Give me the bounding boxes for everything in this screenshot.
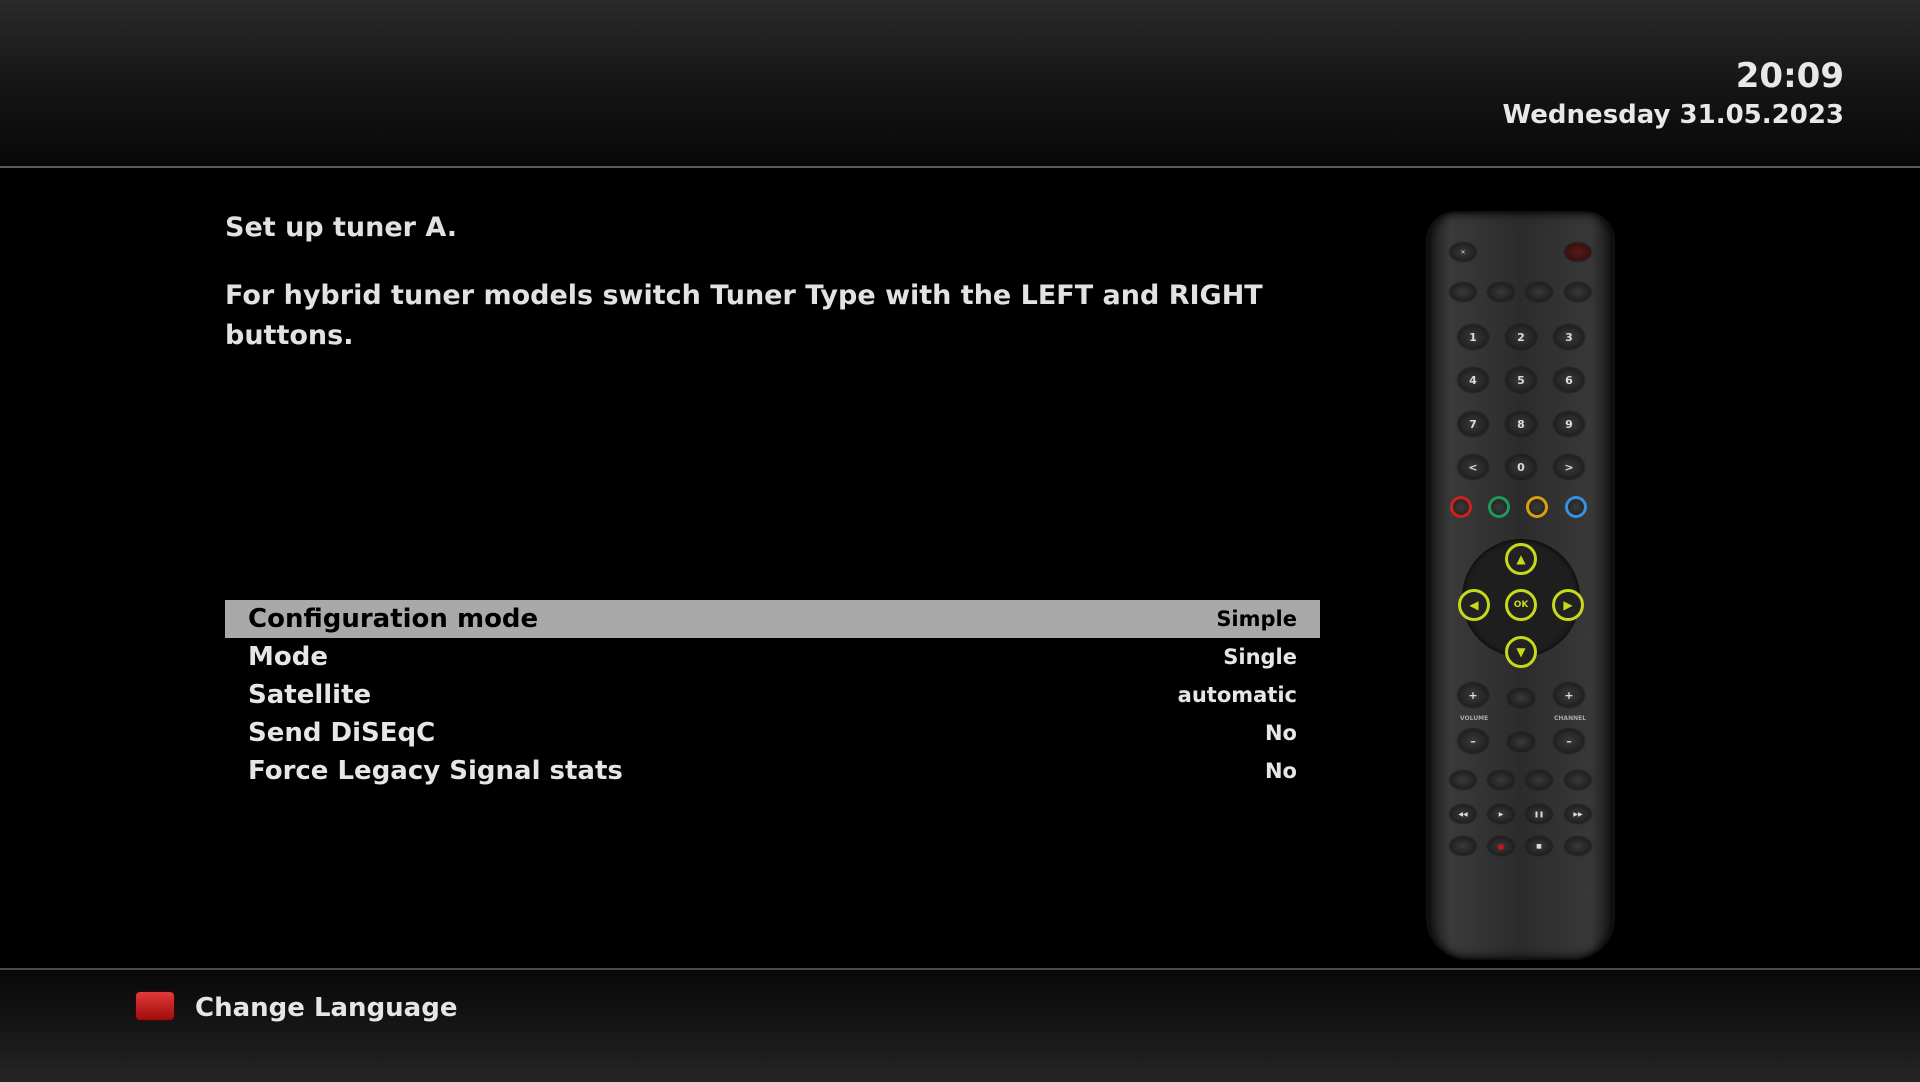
config-label: Force Legacy Signal stats xyxy=(248,756,623,786)
help-key-icon xyxy=(1565,771,1591,789)
config-row-send-diseqc[interactable]: Send DiSEqC No xyxy=(225,714,1320,752)
epg-icon xyxy=(1508,733,1534,751)
remote-digit: 8 xyxy=(1506,412,1536,436)
change-language-label[interactable]: Change Language xyxy=(195,992,457,1024)
arrow-left-icon: ◀ xyxy=(1458,589,1490,621)
remote-digit: 9 xyxy=(1554,412,1584,436)
config-list: Configuration mode Simple Mode Single Sa… xyxy=(225,600,1320,790)
remote-key xyxy=(1488,283,1514,301)
config-row-configuration-mode[interactable]: Configuration mode Simple xyxy=(225,600,1320,638)
clock-date: Wednesday 31.05.2023 xyxy=(1502,100,1844,130)
config-label: Satellite xyxy=(248,680,372,710)
volume-up-icon: + xyxy=(1458,683,1488,707)
config-row-satellite[interactable]: Satellite automatic xyxy=(225,676,1320,714)
exit-icon xyxy=(1508,689,1534,707)
remote-digit: < xyxy=(1458,455,1488,479)
description: Set up tuner A. For hybrid tuner models … xyxy=(225,208,1325,356)
remote-digit: 4 xyxy=(1458,368,1488,392)
remote-digit: > xyxy=(1554,455,1584,479)
ok-icon: OK xyxy=(1505,589,1537,621)
play-icon: ▶ xyxy=(1488,805,1514,823)
clock: 20:09 Wednesday 31.05.2023 xyxy=(1503,56,1844,132)
arrow-right-icon: ▶ xyxy=(1552,589,1584,621)
menu-key-icon xyxy=(1450,771,1476,789)
arrow-up-icon: ▲ xyxy=(1505,543,1537,575)
channel-up-icon: + xyxy=(1554,683,1584,707)
remote-key xyxy=(1526,283,1552,301)
config-value: Simple xyxy=(1216,607,1297,631)
radio-key-icon xyxy=(1565,837,1591,855)
config-label: Configuration mode xyxy=(248,604,539,634)
tv-key-icon xyxy=(1450,837,1476,855)
header-bar: 20:09 Wednesday 31.05.2023 xyxy=(0,0,1920,168)
config-label: Send DiSEqC xyxy=(248,718,436,748)
fast-forward-icon: ▶▶ xyxy=(1565,805,1591,823)
power-icon xyxy=(1565,243,1591,261)
remote-digit: 1 xyxy=(1458,325,1488,349)
remote-digit: 0 xyxy=(1506,455,1536,479)
config-value: automatic xyxy=(1177,683,1297,707)
audio-key-icon xyxy=(1526,771,1552,789)
arrow-down-icon: ▼ xyxy=(1505,636,1537,668)
green-key-icon xyxy=(1488,496,1510,518)
config-value: No xyxy=(1264,759,1297,783)
description-title: Set up tuner A. xyxy=(225,212,458,243)
remote-key xyxy=(1488,771,1514,789)
remote-digit: 3 xyxy=(1554,325,1584,349)
footer-bar: Change Language xyxy=(0,968,1920,1082)
remote-digit: 2 xyxy=(1506,325,1536,349)
remote-digit: 5 xyxy=(1506,368,1536,392)
volume-label: VOLUME xyxy=(1460,715,1489,722)
pause-icon: ❚❚ xyxy=(1526,805,1552,823)
config-row-mode[interactable]: Mode Single xyxy=(225,638,1320,676)
yellow-key-icon xyxy=(1526,496,1548,518)
stop-icon: ■ xyxy=(1526,837,1552,855)
channel-label: CHANNEL xyxy=(1554,715,1587,722)
remote-control-image: ✕ 1 2 3 4 5 6 7 8 9 < 0 > ▲ ◀ OK ▶ ▼ + +… xyxy=(1428,213,1613,958)
red-key-icon xyxy=(1450,496,1472,518)
description-hint: For hybrid tuner models switch Tuner Typ… xyxy=(225,280,1263,351)
config-row-force-legacy-signal-stats[interactable]: Force Legacy Signal stats No xyxy=(225,752,1320,790)
clock-time: 20:09 xyxy=(1735,56,1844,96)
record-icon: ● xyxy=(1488,837,1514,855)
volume-down-icon: – xyxy=(1458,729,1488,753)
remote-key xyxy=(1450,283,1476,301)
red-button-icon[interactable] xyxy=(136,992,174,1020)
config-value: Single xyxy=(1223,645,1297,669)
config-label: Mode xyxy=(248,642,328,672)
remote-key xyxy=(1565,283,1591,301)
blue-key-icon xyxy=(1565,496,1587,518)
mute-icon: ✕ xyxy=(1450,243,1476,261)
rewind-icon: ◀◀ xyxy=(1450,805,1476,823)
config-value: No xyxy=(1264,721,1297,745)
remote-digit: 7 xyxy=(1458,412,1488,436)
remote-digit: 6 xyxy=(1554,368,1584,392)
channel-down-icon: – xyxy=(1554,729,1584,753)
